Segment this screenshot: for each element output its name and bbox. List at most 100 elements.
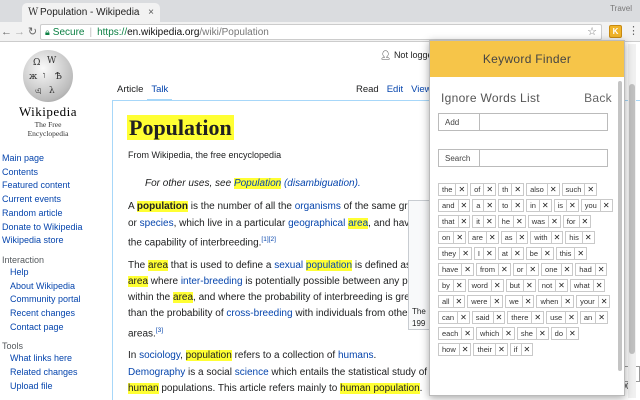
remove-word-icon[interactable]: ✕ <box>548 215 561 228</box>
remove-word-icon[interactable]: ✕ <box>560 263 574 276</box>
bookmark-star-icon[interactable]: ☆ <box>587 25 597 38</box>
remove-word-icon[interactable]: ✕ <box>511 199 525 212</box>
ignored-word-text: said <box>471 311 493 324</box>
remove-word-icon[interactable]: ✕ <box>490 279 504 292</box>
remove-word-icon[interactable]: ✕ <box>457 311 470 324</box>
remove-word-icon[interactable]: ✕ <box>492 311 506 324</box>
sidebar-link[interactable]: Random article <box>2 207 102 221</box>
remove-word-icon[interactable]: ✕ <box>538 199 552 212</box>
close-tab-icon[interactable]: × <box>148 7 154 18</box>
browser-tab[interactable]: W Population - Wikipedia × <box>22 3 160 22</box>
wikipedia-logo[interactable]: ΩW жוѢ এλ Wikipedia The Free Encyclopedi… <box>14 50 82 138</box>
sidebar-link[interactable]: What links here <box>2 352 102 366</box>
profile-name[interactable]: Travel <box>610 4 632 13</box>
remove-word-icon[interactable]: ✕ <box>566 327 579 340</box>
popup-scrollbar[interactable] <box>618 81 622 371</box>
tab-read[interactable]: Read <box>352 78 383 100</box>
remove-word-icon[interactable]: ✕ <box>452 279 466 292</box>
keyword-finder-popup: Keyword Finder Ignore Words List Back Ad… <box>429 40 625 396</box>
remove-word-icon[interactable]: ✕ <box>597 295 611 308</box>
remove-word-icon[interactable]: ✕ <box>502 327 515 340</box>
remove-word-icon[interactable]: ✕ <box>578 215 592 228</box>
remove-word-icon[interactable]: ✕ <box>455 183 469 196</box>
remove-word-icon[interactable]: ✕ <box>510 247 524 260</box>
remove-word-icon[interactable]: ✕ <box>555 279 568 292</box>
back-arrow-icon[interactable]: ← <box>0 26 13 38</box>
sidebar-link[interactable]: Donate to Wikipedia <box>2 221 102 235</box>
remove-word-icon[interactable]: ✕ <box>584 183 598 196</box>
remove-word-icon[interactable]: ✕ <box>495 343 508 356</box>
paragraph: In sociology, population refers to a col… <box>128 350 428 394</box>
remove-word-icon[interactable]: ✕ <box>452 295 466 308</box>
remove-word-icon[interactable]: ✕ <box>595 311 608 324</box>
tab-talk[interactable]: Talk <box>147 78 173 100</box>
remove-word-icon[interactable]: ✕ <box>515 231 529 244</box>
remove-word-icon[interactable]: ✕ <box>541 247 554 260</box>
page-scrollbar[interactable] <box>628 44 636 398</box>
remove-word-icon[interactable]: ✕ <box>566 199 579 212</box>
remove-word-icon[interactable]: ✕ <box>490 295 504 308</box>
keyword-finder-extension-icon[interactable]: K <box>609 25 622 38</box>
add-word-input[interactable] <box>480 113 608 131</box>
remove-word-icon[interactable]: ✕ <box>599 199 613 212</box>
address-bar[interactable]: 🔒︎ Secure | https://en.wikipedia.org/wik… <box>40 24 602 40</box>
hatnote-link[interactable]: Population <box>233 178 282 189</box>
ignored-word-text: word <box>467 279 491 292</box>
sidebar-link[interactable]: Contact page <box>2 321 102 335</box>
remove-word-icon[interactable]: ✕ <box>523 279 536 292</box>
remove-word-icon[interactable]: ✕ <box>497 263 511 276</box>
page-scrollbar-thumb[interactable] <box>629 84 635 354</box>
remove-word-icon[interactable]: ✕ <box>461 327 474 340</box>
sidebar-link[interactable]: Community portal <box>2 293 102 307</box>
sidebar-link[interactable]: Recent changes <box>2 307 102 321</box>
hatnote-link-suffix[interactable]: (disambiguation). <box>281 178 361 189</box>
sidebar-link[interactable]: Wikipedia store <box>2 234 102 248</box>
sidebar-link[interactable]: Help <box>2 266 102 280</box>
remove-word-icon[interactable]: ✕ <box>453 231 467 244</box>
sidebar-link[interactable]: Contents <box>2 166 102 180</box>
sidebar-link[interactable]: Current events <box>2 193 102 207</box>
remove-word-icon[interactable]: ✕ <box>485 231 499 244</box>
add-button[interactable]: Add <box>438 113 480 131</box>
remove-word-icon[interactable]: ✕ <box>594 263 608 276</box>
forward-arrow-icon[interactable]: → <box>13 26 26 38</box>
remove-word-icon[interactable]: ✕ <box>521 295 535 308</box>
sidebar-link[interactable]: About Wikipedia <box>2 280 102 294</box>
sidebar-link[interactable]: Related changes <box>2 366 102 380</box>
remove-word-icon[interactable]: ✕ <box>535 327 549 340</box>
remove-word-icon[interactable]: ✕ <box>458 343 472 356</box>
ignored-word-chip: by ✕ <box>438 279 466 292</box>
remove-word-icon[interactable]: ✕ <box>574 247 588 260</box>
remove-word-icon[interactable]: ✕ <box>592 279 606 292</box>
remove-word-icon[interactable]: ✕ <box>482 247 496 260</box>
tab-article[interactable]: Article <box>113 78 148 100</box>
remove-word-icon[interactable]: ✕ <box>581 231 595 244</box>
browser-menu-icon[interactable]: ⋮ <box>628 24 639 37</box>
sidebar-link[interactable]: Upload file <box>2 380 102 394</box>
remove-word-icon[interactable]: ✕ <box>483 199 497 212</box>
ignored-word-chip: were ✕ <box>467 295 504 308</box>
remove-word-icon[interactable]: ✕ <box>526 263 540 276</box>
remove-word-icon[interactable]: ✕ <box>565 311 578 324</box>
remove-word-icon[interactable]: ✕ <box>550 231 564 244</box>
ignored-word-chip: with ✕ <box>530 231 564 244</box>
remove-word-icon[interactable]: ✕ <box>461 263 474 276</box>
reload-icon[interactable]: ↻ <box>26 25 39 38</box>
remove-word-icon[interactable]: ✕ <box>482 215 496 228</box>
sidebar-link[interactable]: Featured content <box>2 179 102 193</box>
remove-word-icon[interactable]: ✕ <box>513 215 526 228</box>
remove-word-icon[interactable]: ✕ <box>546 183 560 196</box>
ignored-word-chip: your ✕ <box>576 295 611 308</box>
remove-word-icon[interactable]: ✕ <box>511 183 525 196</box>
remove-word-icon[interactable]: ✕ <box>457 199 471 212</box>
remove-word-icon[interactable]: ✕ <box>457 215 471 228</box>
remove-word-icon[interactable]: ✕ <box>520 343 534 356</box>
back-button[interactable]: Back <box>584 91 612 105</box>
tab-edit[interactable]: Edit <box>383 78 407 100</box>
remove-word-icon[interactable]: ✕ <box>483 183 497 196</box>
remove-word-icon[interactable]: ✕ <box>459 247 472 260</box>
search-input[interactable] <box>480 149 608 167</box>
sidebar-link[interactable]: Main page <box>2 152 102 166</box>
remove-word-icon[interactable]: ✕ <box>531 311 545 324</box>
remove-word-icon[interactable]: ✕ <box>561 295 575 308</box>
